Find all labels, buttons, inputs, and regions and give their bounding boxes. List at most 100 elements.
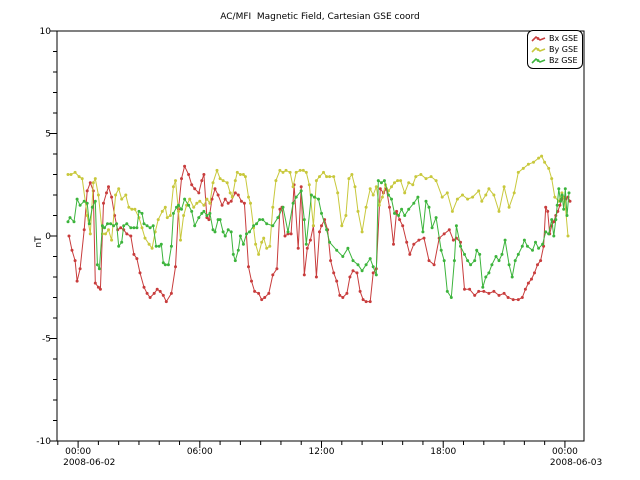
data-point <box>381 196 384 199</box>
data-point <box>76 280 79 283</box>
data-point <box>133 208 136 211</box>
data-point <box>236 171 239 174</box>
data-point <box>530 278 533 281</box>
data-point <box>222 230 225 233</box>
data-point <box>336 191 339 194</box>
data-point <box>556 204 559 207</box>
data-point <box>533 271 536 274</box>
data-point <box>284 235 287 238</box>
data-point <box>547 167 550 170</box>
data-point <box>495 255 498 258</box>
data-point <box>443 259 446 262</box>
data-point <box>132 253 135 256</box>
data-point <box>469 263 472 266</box>
x-tick-label: 06:00 <box>187 447 213 457</box>
data-point <box>377 179 380 182</box>
data-point <box>387 194 390 197</box>
data-point <box>91 206 94 209</box>
data-point <box>487 292 490 295</box>
data-point <box>559 200 562 203</box>
series-path-by-gse <box>68 156 568 254</box>
data-point <box>536 263 539 266</box>
data-point <box>477 189 480 192</box>
data-point <box>450 296 453 299</box>
data-point <box>425 177 428 180</box>
series-markers-by-gse <box>67 155 570 256</box>
data-point <box>411 183 414 186</box>
data-point <box>234 179 237 182</box>
data-point <box>188 198 191 201</box>
data-point <box>109 222 112 225</box>
data-point <box>261 218 264 221</box>
data-point <box>524 288 527 291</box>
data-point <box>242 243 245 246</box>
data-point <box>372 271 375 274</box>
data-point <box>419 173 422 176</box>
data-point <box>475 249 478 252</box>
data-point <box>527 282 530 285</box>
data-point <box>285 169 288 172</box>
legend-item-bx: Bx GSE <box>531 33 578 44</box>
data-point <box>546 210 549 213</box>
data-point <box>129 235 132 238</box>
data-point <box>120 241 123 244</box>
data-point <box>217 194 220 197</box>
data-point <box>260 241 263 244</box>
x-tick-label: 00:00 <box>552 447 578 457</box>
data-point <box>433 263 436 266</box>
data-point <box>305 243 308 246</box>
data-point <box>237 194 240 197</box>
data-point <box>498 259 501 262</box>
data-point <box>156 288 159 291</box>
data-point <box>550 177 553 180</box>
data-point <box>390 185 393 188</box>
data-point <box>258 218 261 221</box>
y-tick-label: 0 <box>45 232 51 242</box>
data-point <box>212 181 215 184</box>
data-point <box>102 202 105 205</box>
data-point <box>73 220 76 223</box>
y-tick-label: 5 <box>45 130 51 140</box>
data-point <box>268 245 271 248</box>
data-point <box>230 230 233 233</box>
data-point <box>110 196 113 199</box>
data-point <box>71 249 74 252</box>
data-point <box>160 243 163 246</box>
data-point <box>501 253 504 256</box>
data-point <box>248 230 251 233</box>
data-point <box>247 265 250 268</box>
data-point <box>219 177 222 180</box>
data-point <box>431 226 434 229</box>
data-point <box>372 265 375 268</box>
data-point <box>407 208 410 211</box>
data-point <box>423 237 426 240</box>
data-point <box>539 259 542 262</box>
data-point <box>531 249 534 252</box>
data-point <box>318 230 321 233</box>
data-point <box>179 239 182 242</box>
data-point <box>97 194 100 197</box>
data-point <box>149 226 152 229</box>
data-point <box>282 171 285 174</box>
data-point <box>492 290 495 293</box>
data-point <box>120 198 123 201</box>
data-point <box>332 271 335 274</box>
data-point <box>517 171 520 174</box>
data-point <box>240 200 243 203</box>
data-point <box>375 185 378 188</box>
data-point <box>507 296 510 299</box>
data-point <box>141 212 144 215</box>
data-point <box>365 300 368 303</box>
data-point <box>461 194 464 197</box>
data-point <box>568 191 571 194</box>
x-date-label: 2008-06-03 <box>550 458 602 468</box>
data-point <box>356 271 359 274</box>
data-point <box>219 218 222 221</box>
data-point <box>328 175 331 178</box>
data-point <box>453 259 456 262</box>
data-point <box>247 196 250 199</box>
x-tick-label: 18:00 <box>430 447 456 457</box>
data-point <box>352 259 355 262</box>
data-point <box>190 210 193 213</box>
data-point <box>125 232 128 235</box>
